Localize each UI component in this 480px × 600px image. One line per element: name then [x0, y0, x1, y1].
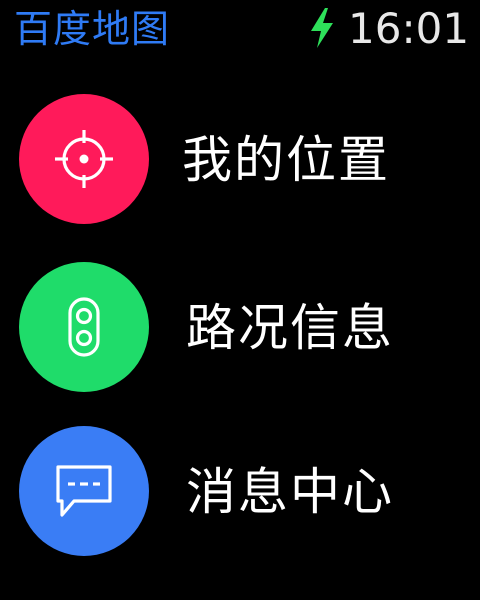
traffic-button-circle[interactable]	[19, 262, 149, 392]
menu-label-traffic-info: 路况信息	[186, 299, 394, 357]
messages-button-circle[interactable]	[19, 426, 149, 556]
menu-item-my-location[interactable]: 我的位置	[0, 94, 480, 224]
traffic-light-icon	[68, 297, 100, 357]
menu-label-message-center: 消息中心	[186, 463, 394, 521]
lightning-bolt-icon	[311, 8, 333, 48]
menu-item-message-center[interactable]: 消息中心	[0, 426, 480, 556]
location-button-circle[interactable]	[19, 94, 149, 224]
crosshair-icon	[55, 130, 113, 188]
menu-item-traffic-info[interactable]: 路况信息	[0, 262, 480, 392]
menu-label-my-location: 我的位置	[182, 131, 390, 189]
message-bubble-icon	[56, 465, 112, 517]
clock: 16:01	[348, 4, 470, 53]
status-bar: 百度地图 16:01	[0, 0, 480, 60]
app-title: 百度地图	[14, 7, 171, 51]
